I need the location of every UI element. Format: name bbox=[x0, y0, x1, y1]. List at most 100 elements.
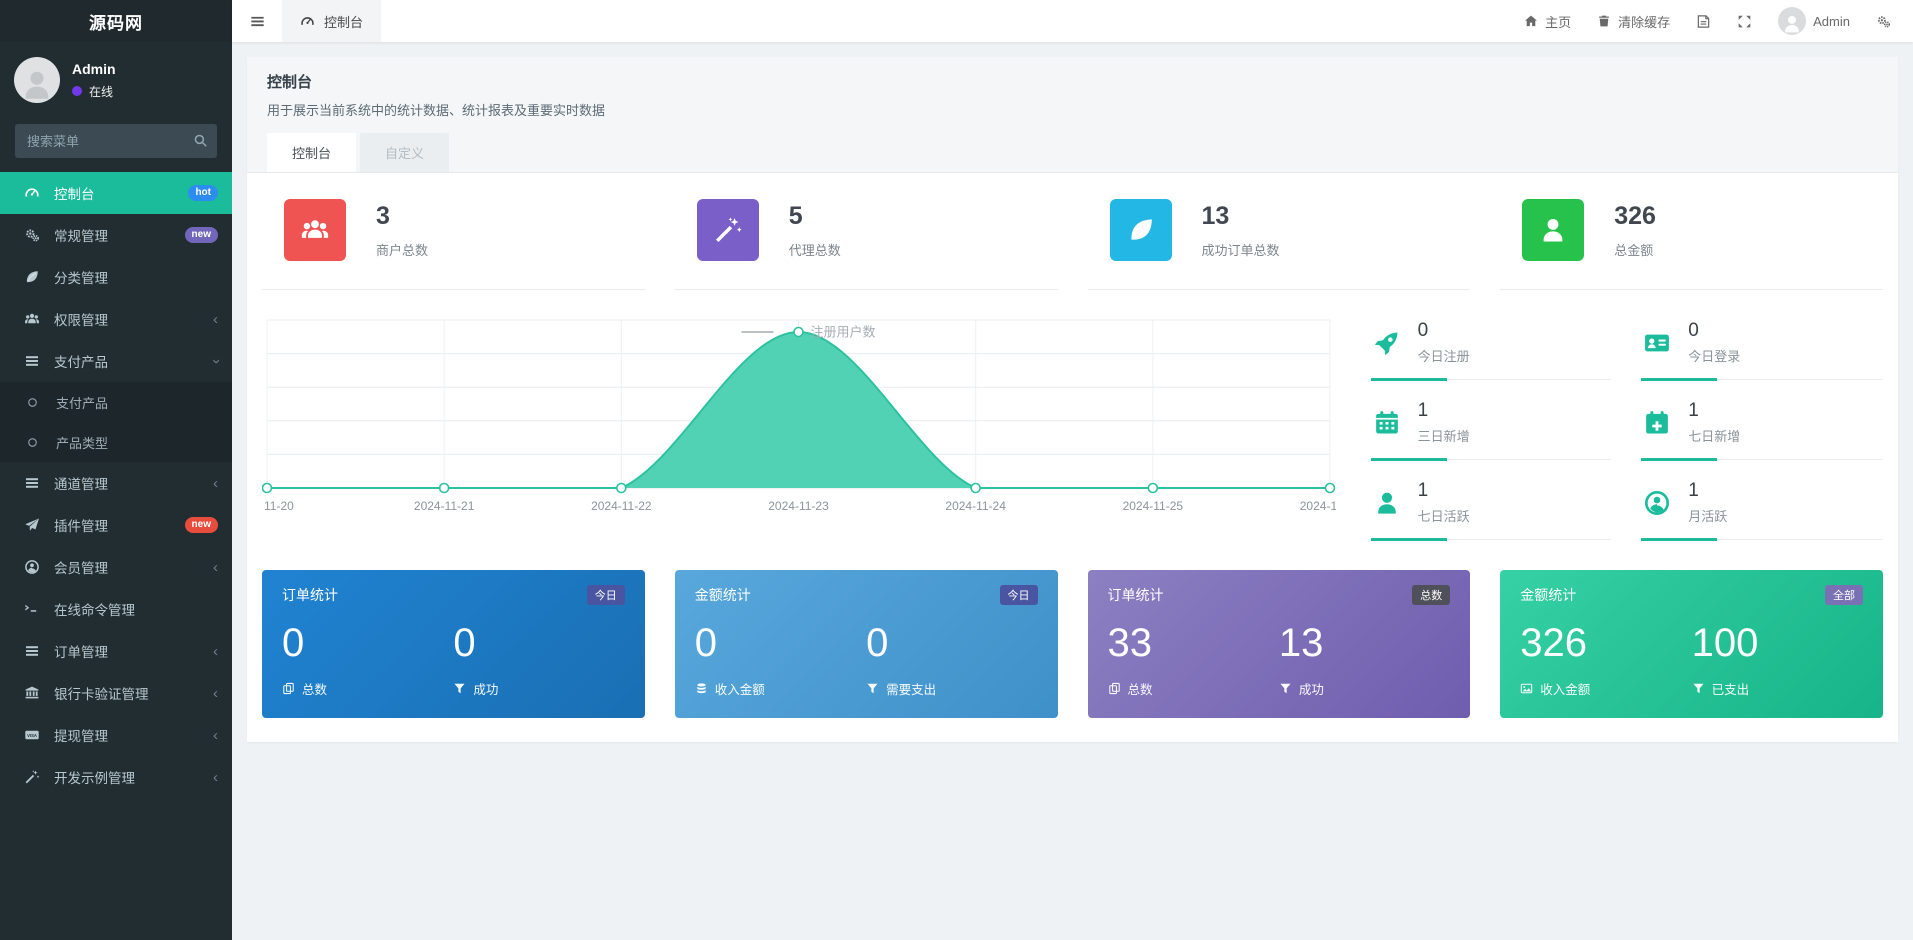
sidebar-item-link[interactable]: 在线命令管理 bbox=[0, 588, 232, 630]
menu-badge: new bbox=[185, 227, 218, 243]
svg-text:2024-11-25: 2024-11-25 bbox=[1123, 499, 1184, 513]
coins-icon bbox=[695, 682, 708, 695]
main-area: 控制台 主页 清除缓存 Admin 控制台 用于展示当前系统中的统计数据 bbox=[232, 0, 1913, 940]
summary-card: 金额统计今日0收入金额0需要支出 bbox=[675, 570, 1058, 718]
metric-value: 100 bbox=[1692, 621, 1863, 665]
sidebar-item-label: 插件管理 bbox=[54, 515, 185, 535]
sidebar-item-label: 订单管理 bbox=[54, 641, 213, 661]
home-link-label: 主页 bbox=[1545, 12, 1571, 31]
summary-card-metric: 33总数 bbox=[1108, 621, 1279, 698]
sidebar-item-label: 会员管理 bbox=[54, 557, 213, 577]
sidebar-subitem-link[interactable]: 支付产品 bbox=[0, 382, 232, 422]
dashboard-panel: 控制台 用于展示当前系统中的统计数据、统计报表及重要实时数据 控制台自定义 3商… bbox=[247, 57, 1898, 742]
metric-label: 总数 bbox=[1108, 679, 1279, 698]
sidebar-item-label: 权限管理 bbox=[54, 309, 213, 329]
accent-bar bbox=[1371, 378, 1447, 381]
sidebar-item-link[interactable]: 常规管理new bbox=[0, 214, 232, 256]
divider bbox=[1500, 289, 1883, 290]
summary-card-metric: 0收入金额 bbox=[695, 621, 866, 698]
summary-card-title: 订单统计 bbox=[282, 585, 338, 605]
metric-value: 0 bbox=[282, 621, 453, 665]
copy-icon bbox=[282, 682, 295, 695]
summary-card-metric: 100 已支出 bbox=[1692, 621, 1863, 698]
metric-label: 已支出 bbox=[1692, 679, 1863, 698]
mini-stat-value: 1 bbox=[1688, 400, 1740, 422]
fullscreen-button[interactable] bbox=[1737, 14, 1752, 29]
metric-value: 0 bbox=[453, 621, 624, 665]
sidebar-item-link[interactable]: 权限管理‹ bbox=[0, 298, 232, 340]
metric-label: 成功 bbox=[453, 679, 624, 698]
search-input[interactable] bbox=[15, 124, 217, 158]
settings-button[interactable] bbox=[1876, 14, 1891, 29]
user-menu[interactable]: Admin bbox=[1778, 7, 1850, 35]
magic-icon bbox=[24, 769, 43, 785]
sidebar-item-link[interactable]: 订单管理‹ bbox=[0, 630, 232, 672]
sidebar-item-link[interactable]: 银行卡验证管理‹ bbox=[0, 672, 232, 714]
summary-card: 订单统计总数33总数13成功 bbox=[1088, 570, 1471, 718]
sidebar-item-link[interactable]: 分类管理 bbox=[0, 256, 232, 298]
sidebar-item-link[interactable]: 支付产品‹ bbox=[0, 340, 232, 382]
expand-icon bbox=[1737, 14, 1752, 29]
metric-label-text: 总数 bbox=[1128, 679, 1153, 698]
calendar-plus-icon bbox=[1643, 409, 1671, 437]
clear-cache-link[interactable]: 清除缓存 bbox=[1597, 12, 1670, 31]
sidebar-item-link[interactable]: 会员管理‹ bbox=[0, 546, 232, 588]
chevron-left-icon: ‹ bbox=[213, 476, 218, 491]
sidebar-item-link[interactable]: 插件管理new bbox=[0, 504, 232, 546]
sidebar-item-link[interactable]: 开发示例管理‹ bbox=[0, 756, 232, 798]
gauge-icon bbox=[300, 14, 315, 29]
user-icon bbox=[1781, 13, 1803, 35]
list-icon bbox=[24, 353, 43, 369]
sidebar-toggle-button[interactable] bbox=[232, 0, 282, 42]
sidebar-item: 订单管理‹ bbox=[0, 630, 232, 672]
tab-custom[interactable]: 自定义 bbox=[360, 133, 449, 172]
filter-icon bbox=[1279, 682, 1292, 695]
svg-text:2024-11-24: 2024-11-24 bbox=[945, 499, 1006, 513]
sidebar-item-link[interactable]: 控制台hot bbox=[0, 172, 232, 214]
menu-badge: hot bbox=[188, 185, 218, 201]
home-link[interactable]: 主页 bbox=[1524, 12, 1571, 31]
topbar-tab-dashboard[interactable]: 控制台 bbox=[282, 0, 381, 42]
stat-label: 代理总数 bbox=[789, 240, 841, 259]
stat-value: 13 bbox=[1202, 202, 1280, 231]
sidebar-item-link[interactable]: VISA提现管理‹ bbox=[0, 714, 232, 756]
sidebar-item-label: 通道管理 bbox=[54, 473, 213, 493]
metric-label: 收入金额 bbox=[695, 679, 866, 698]
language-button[interactable] bbox=[1696, 14, 1711, 29]
svg-text:2024-11-23: 2024-11-23 bbox=[768, 499, 829, 513]
sidebar-subitem-link[interactable]: 产品类型 bbox=[0, 422, 232, 462]
terminal-icon bbox=[24, 601, 43, 617]
search-icon[interactable] bbox=[193, 133, 208, 153]
chevron-left-icon: ‹ bbox=[213, 312, 218, 327]
leaf-icon bbox=[24, 269, 43, 285]
menu-badge: new bbox=[185, 517, 218, 533]
sidebar-subitem: 支付产品 bbox=[0, 382, 232, 422]
sidebar-item-link[interactable]: 通道管理‹ bbox=[0, 462, 232, 504]
stat-card: 13成功订单总数 bbox=[1073, 199, 1486, 290]
accent-bar bbox=[1641, 378, 1717, 381]
page-content: 控制台 用于展示当前系统中的统计数据、统计报表及重要实时数据 控制台自定义 3商… bbox=[232, 42, 1913, 940]
sidebar-item: 通道管理‹ bbox=[0, 462, 232, 504]
chevron-down-icon: ‹ bbox=[208, 359, 223, 364]
search-icon bbox=[193, 133, 208, 148]
user-panel: Admin 在线 bbox=[0, 42, 232, 111]
copy-icon bbox=[1108, 682, 1121, 695]
tab-dashboard[interactable]: 控制台 bbox=[267, 133, 356, 172]
metric-label-text: 收入金额 bbox=[1540, 679, 1590, 698]
gears-icon bbox=[24, 227, 43, 243]
metric-label: 成功 bbox=[1279, 679, 1450, 698]
panel-tabs: 控制台自定义 bbox=[267, 133, 1878, 172]
trash-icon bbox=[1597, 14, 1611, 28]
metric-label: 总数 bbox=[282, 679, 453, 698]
user-icon bbox=[1538, 215, 1568, 245]
mini-stat-value: 0 bbox=[1688, 320, 1740, 342]
filter-icon bbox=[1692, 682, 1705, 695]
chevron-left-icon: ‹ bbox=[213, 728, 218, 743]
chevron-left-icon: ‹ bbox=[213, 644, 218, 659]
sidebar-item: 在线命令管理 bbox=[0, 588, 232, 630]
summary-card-metric: 13成功 bbox=[1279, 621, 1450, 698]
cogs-icon bbox=[1876, 14, 1891, 29]
sidebar-item-label: 提现管理 bbox=[54, 725, 213, 745]
language-icon bbox=[1696, 14, 1711, 29]
stat-card: 3商户总数 bbox=[247, 199, 660, 290]
